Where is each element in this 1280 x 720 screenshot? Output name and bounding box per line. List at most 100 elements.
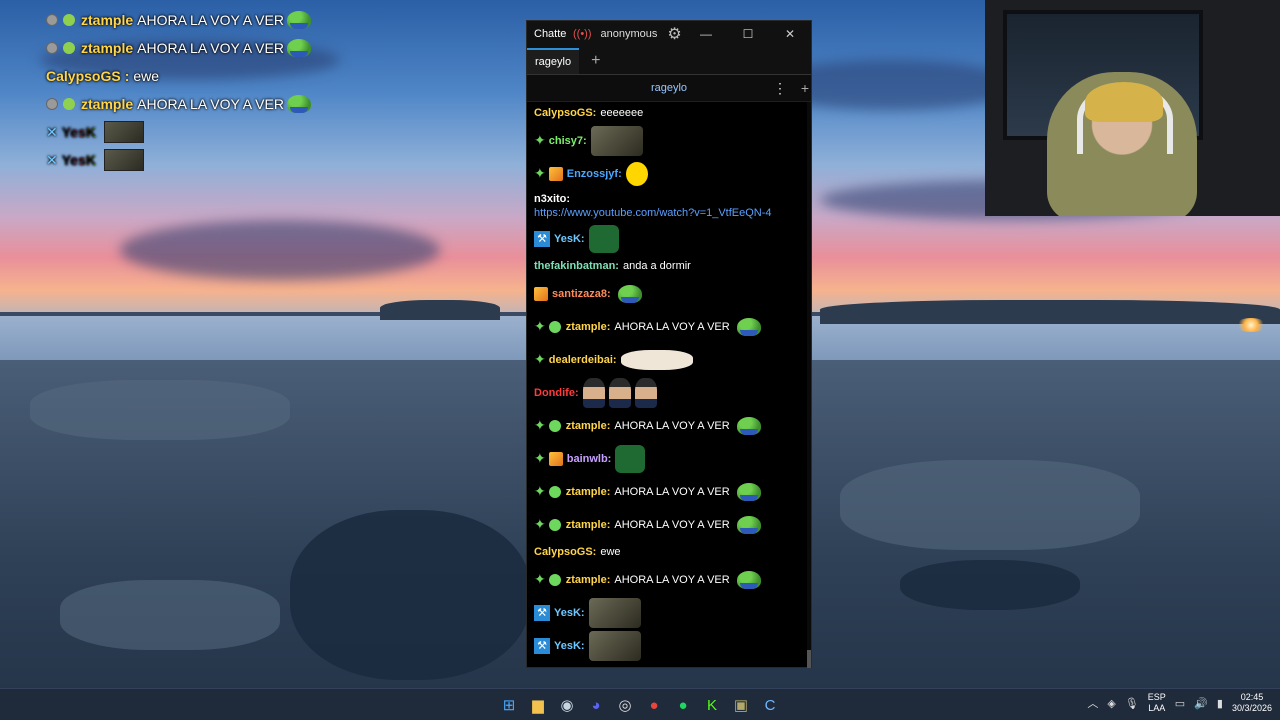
chat-username[interactable]: YesK: bbox=[554, 233, 585, 245]
chat-username[interactable]: ztample: bbox=[566, 574, 611, 586]
overlay-line: ✕ YesK bbox=[46, 118, 346, 146]
chat-username[interactable]: Enzossjyf: bbox=[567, 168, 622, 180]
chrome-icon[interactable]: ● bbox=[642, 693, 666, 717]
minimize-button[interactable]: — bbox=[685, 27, 727, 41]
overlay-username: ztample bbox=[81, 40, 134, 56]
scrollbar[interactable] bbox=[807, 102, 811, 668]
chat-message[interactable]: ✦ Enzossjyf: bbox=[527, 157, 809, 190]
network-icon[interactable]: ▭ bbox=[1175, 697, 1185, 710]
chat-message[interactable]: ✦ ztample: AHORA LA VOY A VER bbox=[527, 310, 809, 343]
streamer-mode-icon[interactable]: ((•)) bbox=[573, 28, 592, 40]
game-icon[interactable]: ▣ bbox=[729, 693, 753, 717]
prime-badge-icon: ✦ bbox=[534, 318, 546, 334]
chat-message[interactable]: ⚒ YesK: bbox=[527, 596, 809, 629]
chat-message[interactable]: Dondife: bbox=[527, 376, 809, 409]
chat-username[interactable]: ztample: bbox=[566, 321, 611, 333]
account-switcher[interactable]: anonymous bbox=[601, 28, 658, 40]
chat-message[interactable]: n3xito: https://www.youtube.com/watch?v=1… bbox=[527, 190, 809, 222]
clock[interactable]: 02:45 30/3/2026 bbox=[1232, 692, 1272, 714]
frog-emote-icon bbox=[588, 224, 619, 253]
obs-icon[interactable]: ◎ bbox=[613, 693, 637, 717]
channel-name[interactable]: rageylo bbox=[651, 82, 687, 94]
security-icon[interactable]: ◈ bbox=[1107, 697, 1115, 710]
chat-message[interactable]: CalypsoGS: ewe bbox=[527, 541, 809, 563]
chat-message[interactable]: ✦ ztample: AHORA LA VOY A VER bbox=[527, 563, 809, 596]
maximize-button[interactable]: ☐ bbox=[727, 27, 769, 41]
pepe-emote-icon bbox=[736, 317, 761, 336]
chat-message[interactable]: ✦ bainwlb: bbox=[527, 442, 809, 475]
title-bar[interactable]: Chatterino ((•)) anonymous ⚙ — ☐ ✕ bbox=[527, 21, 811, 47]
sub-badge-icon bbox=[548, 320, 561, 333]
pepe-emote-icon bbox=[286, 39, 311, 57]
photo-emote-icon bbox=[588, 597, 641, 628]
chevron-up-icon[interactable]: ︿ bbox=[1087, 695, 1098, 711]
wallpaper-rock bbox=[60, 580, 280, 650]
overlay-username: ztample bbox=[81, 96, 134, 112]
overlay-line: CalypsoGS : ewe bbox=[46, 68, 160, 84]
chat-username[interactable]: CalypsoGS: bbox=[534, 546, 596, 558]
badge-green-icon bbox=[63, 98, 75, 110]
chat-message[interactable]: ✦ dealerdeibai: bbox=[527, 343, 809, 376]
channel-menu-icon[interactable]: ⋮ bbox=[773, 80, 787, 97]
photo-emote-icon bbox=[103, 121, 144, 143]
microphone-icon[interactable]: 🎙 bbox=[1125, 697, 1139, 710]
chat-username[interactable]: bainwlb: bbox=[567, 453, 612, 465]
message-link[interactable]: https://www.youtube.com/watch?v=1_VtfEeQ… bbox=[534, 207, 772, 219]
prime-badge-icon: ✦ bbox=[534, 516, 546, 532]
chat-username[interactable]: YesK: bbox=[554, 607, 585, 619]
overlay-message: ewe bbox=[133, 68, 160, 84]
chat-message[interactable]: ✦ chisy7: bbox=[527, 124, 809, 157]
chat-username[interactable]: ztample: bbox=[566, 519, 611, 531]
wallpaper-rock bbox=[30, 380, 290, 440]
chat-message[interactable]: ✦ ztample: AHORA LA VOY A VER bbox=[527, 508, 809, 541]
wallpaper-pool bbox=[290, 510, 530, 680]
chat-username[interactable]: YesK: bbox=[554, 640, 585, 652]
settings-gear-icon[interactable]: ⚙ bbox=[667, 24, 681, 44]
volume-icon[interactable]: 🔊 bbox=[1194, 697, 1208, 710]
chat-message[interactable]: ✦ ztample: AHORA LA VOY A VER bbox=[527, 475, 809, 508]
battery-icon[interactable]: ▮ bbox=[1217, 697, 1223, 710]
file-explorer-icon[interactable]: ▆ bbox=[526, 693, 550, 717]
chat-username[interactable]: n3xito: bbox=[534, 193, 570, 205]
add-split-icon[interactable]: + bbox=[801, 80, 809, 96]
overlay-message: AHORA LA VOY A VER bbox=[137, 96, 284, 112]
close-button[interactable]: ✕ bbox=[769, 27, 811, 41]
chat-username[interactable]: ztample: bbox=[566, 420, 611, 432]
overlay-username: YesK bbox=[61, 124, 96, 140]
tab-rageylo[interactable]: rageylo bbox=[527, 48, 580, 74]
steam-icon[interactable]: ◉ bbox=[555, 693, 579, 717]
wallpaper-pool bbox=[900, 560, 1080, 610]
scrollbar-thumb[interactable] bbox=[807, 650, 811, 668]
chat-message[interactable]: santizaza8: bbox=[527, 277, 809, 310]
chat-message[interactable]: ⚒ YesK: bbox=[527, 222, 809, 255]
chat-username[interactable]: CalypsoGS: bbox=[534, 107, 596, 119]
photo-emote-icon bbox=[103, 149, 144, 171]
chatterino-icon[interactable]: C bbox=[758, 693, 782, 717]
chat-username[interactable]: thefakinbatman: bbox=[534, 260, 619, 272]
pepe-emote-icon bbox=[736, 482, 761, 501]
chat-username[interactable]: Dondife: bbox=[534, 387, 579, 399]
discord-icon[interactable]: ◕ bbox=[584, 693, 608, 717]
add-tab-icon[interactable]: + bbox=[579, 52, 610, 74]
message-list[interactable]: CalypsoGS: eeeeeee ✦ chisy7: ✦ Enzossjyf: n3xi… bbox=[527, 102, 809, 668]
badge-green-icon bbox=[63, 42, 75, 54]
moderator-hammer-icon: ⚒ bbox=[534, 604, 550, 621]
chat-message[interactable]: ✦ ztample: AHORA LA VOY A VER bbox=[527, 409, 809, 442]
prime-badge-icon: ✦ bbox=[534, 417, 546, 433]
chat-username[interactable]: santizaza8: bbox=[552, 288, 611, 300]
overlay-username: CalypsoGS bbox=[46, 68, 121, 84]
chat-username[interactable]: ztample: bbox=[566, 486, 611, 498]
prime-badge-icon: ✦ bbox=[534, 483, 546, 499]
spotify-icon[interactable]: ● bbox=[671, 693, 695, 717]
windows-start-icon[interactable]: ⊞ bbox=[497, 693, 521, 717]
prime-badge-icon: ✦ bbox=[534, 571, 546, 587]
pepe-emote-icon bbox=[617, 284, 642, 303]
chat-message[interactable]: ⚒ YesK: bbox=[527, 629, 809, 662]
chat-username[interactable]: chisy7: bbox=[549, 135, 587, 147]
message-text: AHORA LA VOY A VER bbox=[614, 419, 730, 432]
chat-message[interactable]: CalypsoGS: eeeeeee bbox=[527, 102, 809, 124]
chat-username[interactable]: dealerdeibai: bbox=[549, 354, 617, 366]
chat-message[interactable]: thefakinbatman: anda a dormir bbox=[527, 255, 809, 277]
language-indicator[interactable]: ESP LAA bbox=[1148, 692, 1166, 714]
kick-icon[interactable]: K bbox=[700, 693, 724, 717]
